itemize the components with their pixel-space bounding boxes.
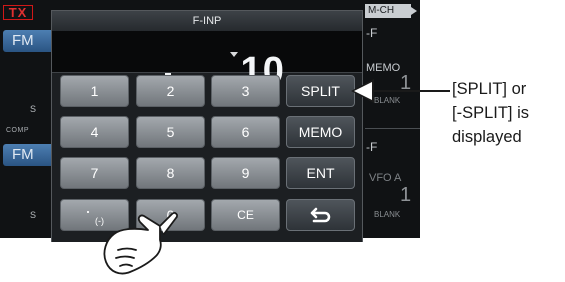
callout-text: [SPLIT] or [-SPLIT] is displayed [452,77,529,149]
frequency-display: .10 [52,31,362,92]
blank-label-sub: BLANK [374,210,401,219]
key-3[interactable]: 3 [211,75,280,107]
m-ch-badge: M-CH [365,4,417,18]
memo-channel-number: 1 [400,72,412,94]
callout-arrowhead-icon [354,82,372,100]
memo-label: MEMO [366,62,401,74]
back-button[interactable] [286,199,355,231]
vfo-label: VFO A [369,172,402,184]
key-6[interactable]: 6 [211,116,280,148]
ent-button[interactable]: ENT [286,157,355,189]
callout-line-2: [-SPLIT] is [452,104,530,122]
callout-line-3: displayed [452,128,522,146]
comp-label: COMP [6,127,29,134]
pointing-hand-icon [103,212,178,275]
callout-arrow-line [374,90,450,92]
tx-indicator: TX [3,5,33,20]
f-label-main: -F [366,26,378,40]
key-5[interactable]: 5 [136,116,205,148]
key-9[interactable]: 9 [211,157,280,189]
dialog-title: F-INP [52,11,362,32]
key-4[interactable]: 4 [60,116,129,148]
s-meter-label-sub: S [30,210,37,220]
blank-label-main: BLANK [374,96,401,105]
vfo-number: 1 [400,184,412,206]
return-arrow-icon [310,207,331,223]
s-meter-label-main: S [30,104,37,114]
split-button[interactable]: SPLIT [286,75,355,107]
key-1[interactable]: 1 [60,75,129,107]
f-label-sub: -F [366,140,378,154]
key-7[interactable]: 7 [60,157,129,189]
key-2[interactable]: 2 [136,75,205,107]
divider [365,128,420,129]
key-8[interactable]: 8 [136,157,205,189]
ce-button[interactable]: CE [211,199,280,231]
callout-line-1: [SPLIT] or [452,80,527,98]
memo-button[interactable]: MEMO [286,116,355,148]
